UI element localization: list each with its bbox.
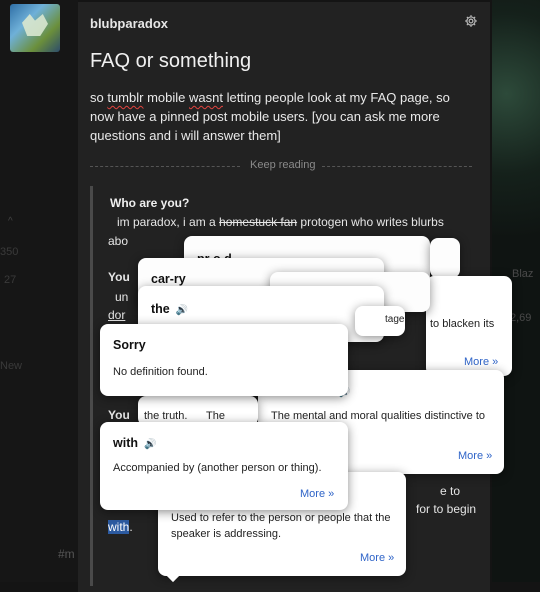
answer-fragment: e to <box>440 484 461 498</box>
answer-fragment: un <box>115 290 129 304</box>
divider-line <box>322 166 472 167</box>
highlighted-text[interactable]: with <box>108 520 130 534</box>
misspelled-word: wasnt <box>189 90 223 105</box>
more-link[interactable]: More » <box>360 552 394 564</box>
selected-word[interactable]: with. <box>108 520 133 534</box>
body-text-1: so <box>90 90 108 105</box>
definition-popup-blacken: to blacken its More » <box>426 276 512 376</box>
tag-fragment[interactable]: #m <box>58 547 75 561</box>
gear-icon[interactable] <box>464 14 478 28</box>
popup-definition: to blacken its <box>430 318 495 330</box>
keep-reading-link[interactable]: Keep reading <box>250 159 315 171</box>
body-text-2: mobile <box>143 90 189 105</box>
chevron-up-icon[interactable]: ^ <box>8 216 13 227</box>
keep-reading-divider[interactable]: Keep reading <box>90 158 480 174</box>
faq-question-1: Who are you? <box>110 196 190 210</box>
definition-popup-sorry: Sorry No definition found. <box>100 324 348 396</box>
speaker-icon[interactable]: 🔊 <box>144 439 156 450</box>
more-link[interactable]: More » <box>300 488 334 500</box>
faq-answer-1-line2: abo <box>108 234 129 248</box>
definition-popup-stacked <box>430 238 460 278</box>
quote-bar <box>90 186 93 586</box>
struck-text: homestuck fan <box>219 215 298 229</box>
blog-name[interactable]: blubparadox <box>90 16 168 31</box>
answer-text: protogen who writes blurbs <box>297 215 444 229</box>
popup-word: with 🔊 <box>113 436 157 450</box>
more-link[interactable]: More » <box>464 356 498 368</box>
left-count-1: 350 <box>0 246 19 258</box>
definition-popup-with: with 🔊 Accompanied by (another person or … <box>100 422 348 510</box>
left-sidebar <box>0 0 78 582</box>
left-count-2: 27 <box>4 274 17 286</box>
right-label: Blaz <box>512 268 534 280</box>
popup-definition: Accompanied by (another person or thing)… <box>113 462 322 474</box>
speaker-icon[interactable]: 🔊 <box>176 305 188 316</box>
left-label: New <box>0 360 23 372</box>
faq-question-2: You <box>108 270 130 284</box>
definition-popup-stacked: tage <box>355 306 405 336</box>
answer-fragment: for to begin <box>416 502 477 516</box>
popup-word: car-ry <box>151 272 186 286</box>
right-background-image <box>492 0 540 235</box>
popup-word: Sorry <box>113 338 146 352</box>
answer-text: im paradox, i am a <box>117 215 220 229</box>
right-number: 2,69 <box>510 312 532 324</box>
more-link[interactable]: More » <box>458 450 492 462</box>
faq-answer-1: im paradox, i am a homestuck fan protoge… <box>117 215 444 229</box>
post-body: so tumblr mobile wasnt letting people lo… <box>90 88 470 145</box>
popup-word: the 🔊 <box>151 302 189 316</box>
popup-fragment: tage <box>385 314 405 325</box>
blog-avatar[interactable] <box>10 4 60 52</box>
misspelled-word: tumblr <box>107 90 144 105</box>
divider-line <box>90 166 240 167</box>
post-title: FAQ or something <box>90 50 252 72</box>
answer-fragment: dor <box>108 308 126 322</box>
popup-definition: Used to refer to the person or people th… <box>171 512 391 540</box>
faq-question-3: You <box>108 408 130 422</box>
popup-definition: No definition found. <box>113 366 208 378</box>
